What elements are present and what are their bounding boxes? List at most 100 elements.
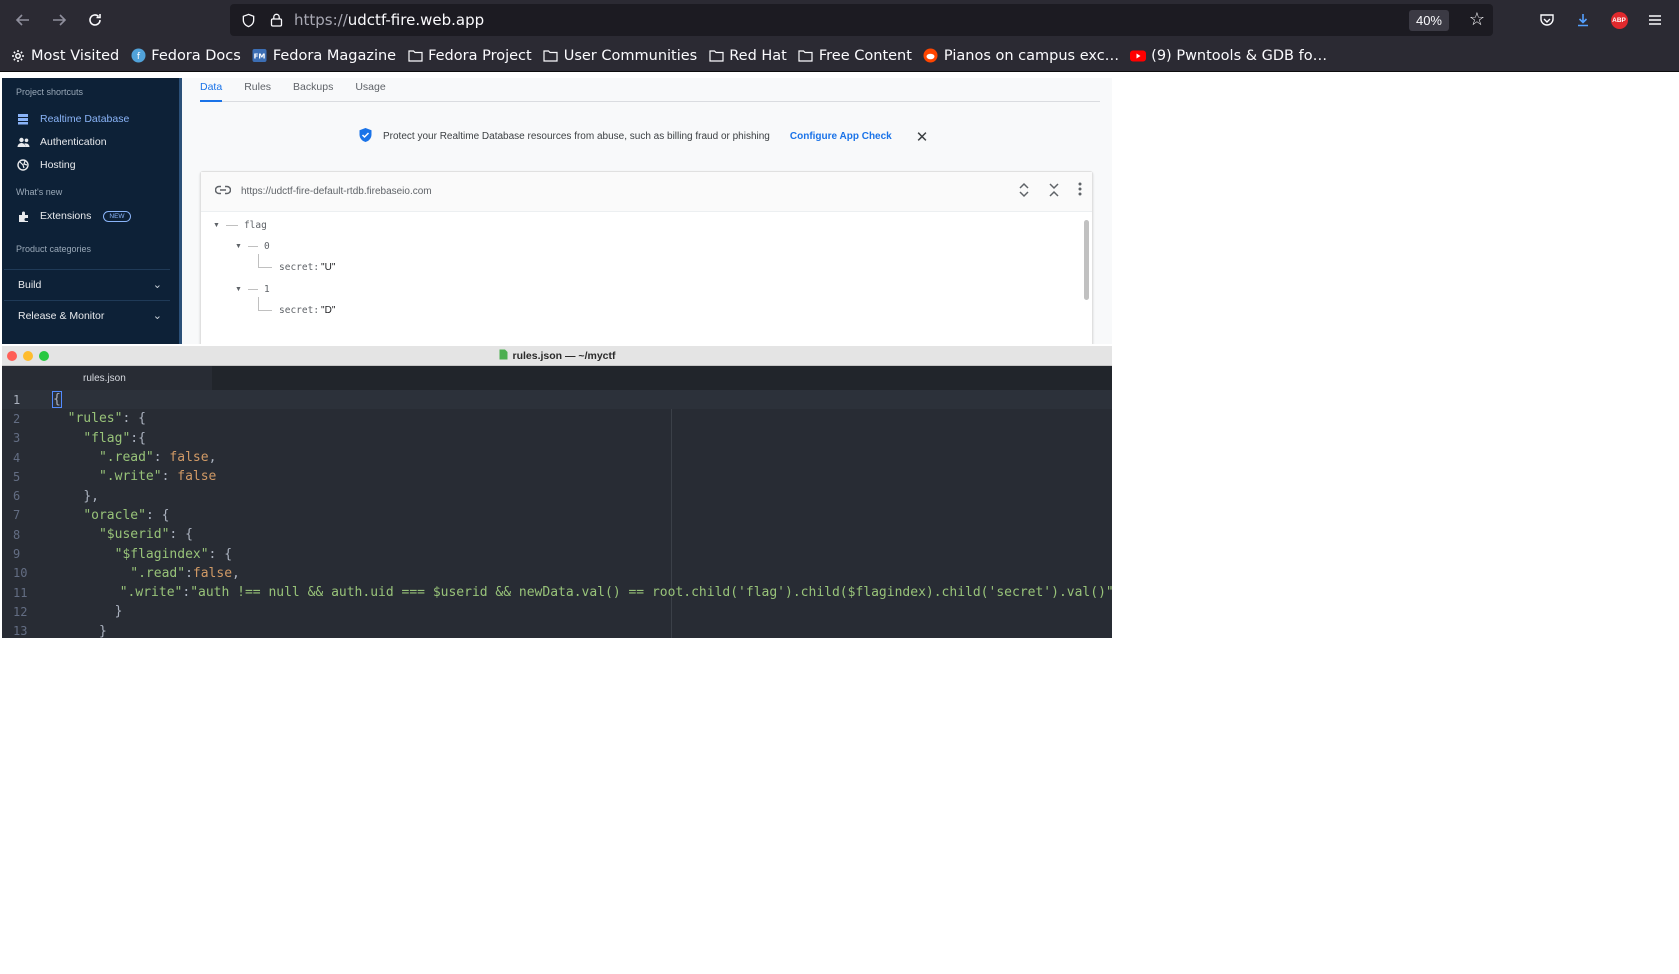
close-window-button[interactable] [7, 351, 17, 361]
bookmark-label: Free Content [818, 47, 912, 64]
expand-all-icon[interactable] [1018, 182, 1030, 201]
bookmark-pwntools-gdb[interactable]: (9) Pwntools & GDB fo… [1130, 48, 1327, 64]
url-bar[interactable]: https://udctf-fire.web.app 40% ☆ [230, 4, 1493, 36]
reload-icon [89, 14, 101, 26]
tab-data[interactable]: Data [200, 78, 223, 102]
adblock-plus-icon: ABP [1610, 11, 1628, 29]
line-number: 6 [13, 489, 21, 504]
json-punct: : [153, 450, 170, 466]
shield-icon[interactable] [234, 13, 262, 28]
tree-node-0[interactable]: ▼ 0 [235, 241, 270, 252]
line-number: 13 [13, 624, 28, 638]
bookmark-most-visited[interactable]: Most Visited [10, 48, 119, 64]
tab-rules[interactable]: Rules [244, 78, 271, 102]
editor-tab-rules-json[interactable]: rules.json [2, 366, 212, 390]
toolbar-right-buttons: ABP [1532, 0, 1670, 40]
code-line: 12 } [2, 602, 1112, 621]
puzzle-icon [16, 209, 30, 223]
bookmark-folder-free-content[interactable]: Free Content [798, 48, 912, 64]
bookmark-label: (9) Pwntools & GDB fo… [1151, 47, 1328, 64]
editor-tab-bar: rules.json [2, 366, 1112, 390]
bookmark-folder-user-communities[interactable]: User Communities [543, 47, 698, 64]
code-area[interactable]: 1 { 2 "rules": { 3 "flag":{ 4 ".read": f… [2, 390, 1112, 638]
whats-new-heading: What's new [16, 187, 63, 197]
tab-backups[interactable]: Backups [293, 78, 333, 102]
pocket-icon [1540, 14, 1554, 26]
code-text: }, [38, 489, 99, 504]
json-punct: , [232, 565, 240, 581]
line-number: 4 [13, 450, 21, 465]
youtube-icon [1130, 48, 1147, 64]
code-text: { [38, 391, 62, 409]
app-menu-button[interactable] [1640, 5, 1670, 35]
collapse-triangle-icon[interactable]: ▼ [235, 286, 242, 293]
tree-leaf-secret-0[interactable]: secret: "U" [279, 262, 335, 273]
json-value: false [169, 450, 209, 466]
pocket-button[interactable] [1532, 5, 1562, 35]
reload-button[interactable] [80, 5, 110, 35]
chevron-down-icon: ⌄ [152, 279, 162, 291]
folder-icon [543, 48, 559, 64]
collapse-all-icon[interactable] [1048, 182, 1060, 201]
category-build[interactable]: Build ⌄ [4, 269, 170, 299]
link-icon[interactable] [214, 185, 232, 198]
json-punct: : { [169, 527, 193, 543]
category-release-monitor[interactable]: Release & Monitor ⌄ [4, 300, 170, 330]
back-button[interactable] [8, 5, 38, 35]
tree-scrollbar[interactable] [1084, 220, 1089, 300]
sidebar-item-label: Realtime Database [40, 113, 130, 125]
minimize-window-button[interactable] [23, 351, 33, 361]
bookmark-folder-red-hat[interactable]: Red Hat [708, 48, 787, 64]
tree-node-flag[interactable]: ▼ flag [213, 220, 267, 231]
tree-node-1[interactable]: ▼ 1 [235, 284, 270, 295]
bookmark-star-icon[interactable]: ☆ [1469, 9, 1485, 30]
json-punct: } [98, 623, 107, 638]
code-text: "$flagindex": { [38, 547, 232, 562]
forward-button[interactable] [44, 5, 74, 35]
bookmark-label: User Communities [563, 47, 698, 64]
collapse-triangle-icon[interactable]: ▼ [213, 222, 220, 229]
editor-title-bar: rules.json — ~/myctf [2, 346, 1112, 366]
close-icon[interactable]: ✕ [916, 128, 929, 146]
reddit-icon [923, 48, 939, 64]
url-host: udctf-fire.web.app [347, 11, 485, 29]
line-number: 12 [13, 604, 28, 619]
configure-app-check-link[interactable]: Configure App Check [790, 131, 892, 142]
downloads-button[interactable] [1568, 5, 1598, 35]
folder-icon [708, 48, 724, 64]
matched-brace: { [52, 391, 62, 409]
json-punct: : { [208, 546, 233, 562]
maximize-window-button[interactable] [39, 351, 49, 361]
sidebar-item-authentication[interactable]: Authentication [16, 135, 107, 149]
tab-usage[interactable]: Usage [355, 78, 385, 102]
collapse-triangle-icon[interactable]: ▼ [235, 243, 242, 250]
tree-connector [258, 254, 272, 268]
line-number: 2 [13, 411, 21, 426]
json-key: "rules" [67, 411, 123, 427]
code-text: } [38, 604, 123, 620]
more-vert-icon[interactable] [1078, 182, 1082, 201]
code-text: ".read":false, [38, 566, 240, 581]
sidebar-item-label: Extensions [40, 210, 92, 222]
code-line: 4 ".read": false, [2, 448, 1112, 467]
sidebar-item-realtime-database[interactable]: Realtime Database [16, 112, 129, 126]
bookmark-folder-fedora-project[interactable]: Fedora Project [407, 48, 532, 64]
project-shortcuts-heading: Project shortcuts [16, 87, 84, 97]
json-punct: } [114, 604, 123, 620]
sidebar-item-hosting[interactable]: Hosting [16, 158, 76, 172]
lock-icon[interactable] [262, 13, 290, 27]
bookmark-label: Red Hat [729, 47, 787, 64]
zoom-level-badge[interactable]: 40% [1408, 10, 1449, 31]
json-punct: : { [145, 507, 170, 523]
tree-leaf-secret-1[interactable]: secret: "D" [279, 305, 335, 316]
adblock-plus-button[interactable]: ABP [1604, 5, 1634, 35]
bookmark-fedora-magazine[interactable]: FM Fedora Magazine [252, 48, 396, 64]
tree-connector [258, 297, 272, 311]
json-value: false [192, 565, 233, 581]
json-punct: }, [83, 488, 99, 504]
code-line: 11 ".write":"auth !== null && auth.uid =… [2, 583, 1112, 602]
json-punct: : [161, 469, 178, 485]
sidebar-item-extensions[interactable]: Extensions NEW [16, 209, 131, 223]
bookmark-fedora-docs[interactable]: f Fedora Docs [130, 48, 241, 64]
bookmark-pianos-on-campus[interactable]: Pianos on campus exc… [923, 48, 1119, 64]
